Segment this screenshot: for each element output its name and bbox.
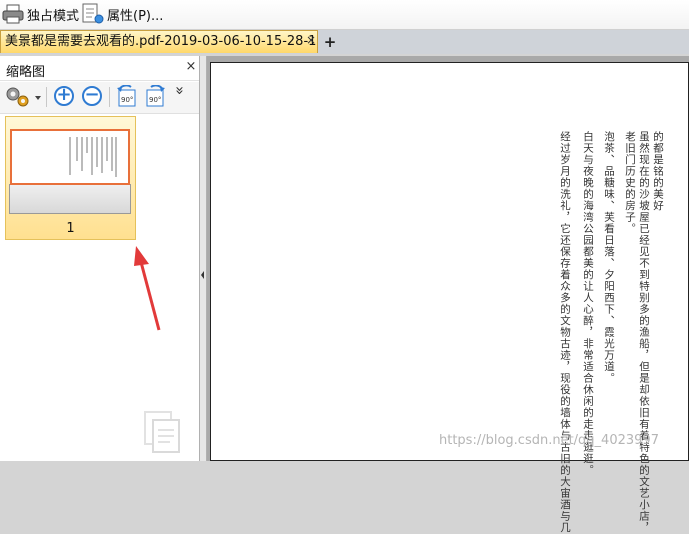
- properties-button[interactable]: 属性(P)...: [81, 2, 163, 26]
- gear-icon: [6, 87, 41, 107]
- thumbnail-page-number: 1: [66, 221, 75, 236]
- options-button[interactable]: [4, 85, 42, 109]
- tab-title: 美景都是需要去观看的.pdf-2019-03-06-10-15-28-1..: [5, 34, 318, 49]
- watermark: https://blog.csdn.net/qq_4023997: [439, 433, 659, 448]
- panel-splitter[interactable]: [199, 56, 207, 461]
- pages-icon: [144, 411, 180, 453]
- text-column: 白天与夜晚的海湾公园都美的让人心醉，非常适合休闲的走走逛逛。: [582, 131, 594, 476]
- exclusive-mode-button[interactable]: 独占模式: [2, 2, 79, 26]
- new-tab-button[interactable]: +: [321, 33, 339, 51]
- annotation-arrow: [134, 246, 161, 331]
- thumbnail-shadow: [9, 184, 131, 214]
- thumbnail-page-preview: [69, 137, 117, 177]
- printer-icon: [2, 4, 24, 24]
- tab-document[interactable]: 美景都是需要去观看的.pdf-2019-03-06-10-15-28-1..: [0, 30, 318, 53]
- tab-close-icon[interactable]: ×: [305, 33, 317, 47]
- rotate-right-label: 90°: [149, 96, 162, 104]
- toolbar-divider: [46, 87, 47, 107]
- panel-close-icon[interactable]: ×: [184, 59, 198, 75]
- text-column: 老旧门历史的房子。: [624, 131, 636, 235]
- zoom-in-button[interactable]: +: [54, 86, 74, 106]
- document-page[interactable]: 的都是铭的美好 虽然现在的沙坡屋已经见不到特别多的渔船，但是却依旧有着特色的文艺…: [210, 62, 689, 534]
- rotate-left-label: 90°: [121, 96, 134, 104]
- toolbar-divider: [109, 87, 110, 107]
- thumbnail-image[interactable]: [10, 129, 130, 185]
- exclusive-mode-label: 独占模式: [27, 8, 80, 24]
- properties-icon: [82, 3, 104, 24]
- thumbnail-panel-title: 缩略图: [6, 65, 46, 80]
- more-options-icon[interactable]: »: [171, 86, 189, 95]
- text-column: 泡茶、品糖味、芙看日落、夕阳西下、霞光万道。: [603, 131, 615, 384]
- properties-label: 属性(P)...: [107, 8, 164, 24]
- text-column: 虽然现在的沙坡屋已经见不到特别多的渔船，但是却依旧有着特色的文艺小店，: [638, 131, 650, 534]
- text-column: 的都是铭的美好: [652, 131, 664, 212]
- collapse-arrow-icon[interactable]: [201, 268, 204, 282]
- text-column: 经过岁月的洗礼，它还保存着众多的文物古迹，现役的墙体与古旧的大宙酒与几: [559, 131, 571, 534]
- zoom-out-button[interactable]: −: [82, 86, 102, 106]
